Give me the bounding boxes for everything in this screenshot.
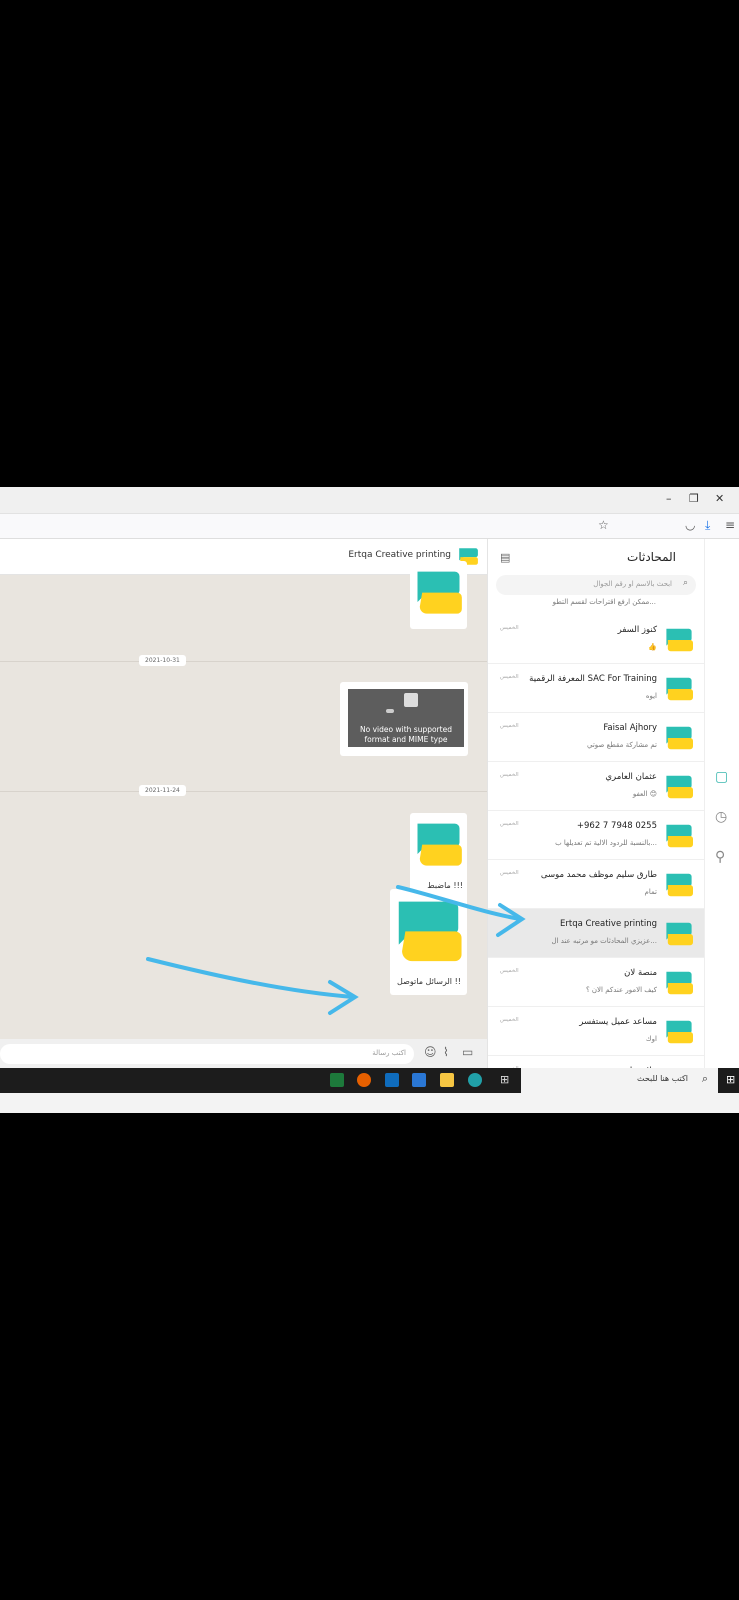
firefox-icon[interactable] [357, 1073, 371, 1087]
windows-start-icon[interactable]: ⊞ [726, 1073, 735, 1086]
task-view-icon[interactable]: ⊞ [500, 1073, 509, 1086]
excel-icon[interactable] [330, 1073, 344, 1087]
search-icon: ⌕ [701, 1072, 708, 1085]
store-icon[interactable] [412, 1073, 426, 1087]
edge-icon[interactable] [468, 1073, 482, 1087]
taskbar-search-text: اكتب هنا للبحث [637, 1074, 688, 1083]
desktop-screenshot: – ❐ ✕ ☆ ◡ ⤓ ≡ Ertqa Creative printing 20… [0, 487, 739, 1113]
file-explorer-icon[interactable] [440, 1073, 454, 1087]
taskbar-search[interactable]: اكتب هنا للبحث ⌕ [521, 1068, 718, 1093]
mail-icon[interactable] [385, 1073, 399, 1087]
windows-taskbar: ⊞ اكتب هنا للبحث ⌕ ⊞ [0, 1068, 739, 1093]
annotation-arrows [146, 885, 526, 1015]
